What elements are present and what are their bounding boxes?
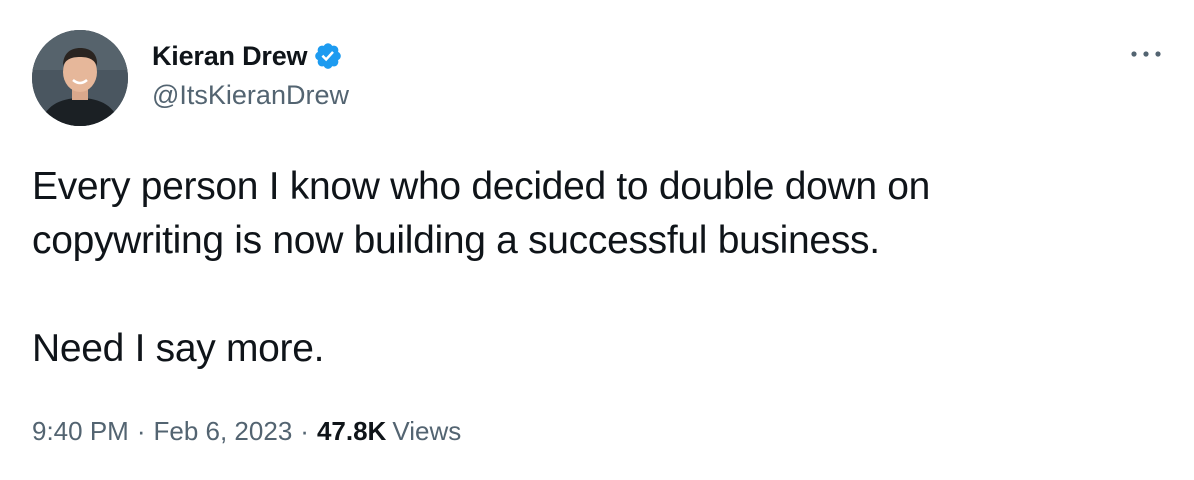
separator-dot: · (300, 416, 309, 446)
tweet-text-line: Every person I know who decided to doubl… (32, 165, 931, 208)
views-label: Views (392, 416, 462, 446)
more-options-icon[interactable] (1126, 42, 1166, 66)
tweet-text-line: Need I say more. (32, 327, 325, 370)
tweet-metadata: 9:40 PM · Feb 6, 2023 · 47.8K Views (32, 416, 461, 447)
tweet-card: Kieran Drew @ItsKieranDrew Every person … (0, 0, 1194, 480)
tweet-time[interactable]: 9:40 PM (32, 416, 129, 447)
tweet-text: Every person I know who decided to doubl… (32, 160, 1172, 376)
tweet-date[interactable]: Feb 6, 2023 (154, 416, 293, 447)
tweet-text-line: copywriting is now building a successful… (32, 219, 880, 262)
author-name-row[interactable]: Kieran Drew (152, 38, 343, 74)
views-count[interactable]: 47.8K (317, 416, 386, 447)
separator-dot: · (136, 416, 146, 446)
verified-badge-icon[interactable] (313, 41, 343, 71)
author-handle[interactable]: @ItsKieranDrew (152, 80, 349, 111)
author-display-name[interactable]: Kieran Drew (152, 41, 308, 72)
avatar[interactable] (32, 30, 128, 126)
